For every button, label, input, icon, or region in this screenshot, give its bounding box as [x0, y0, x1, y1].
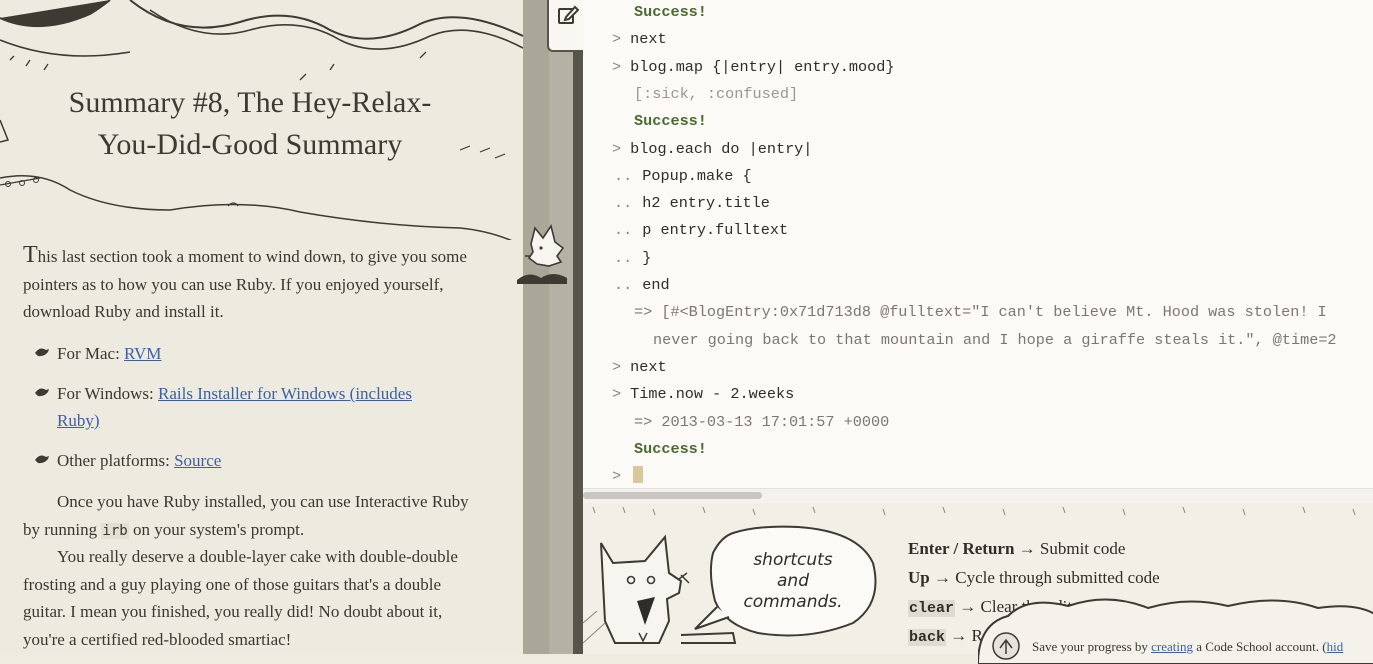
save-text-before: Save your progress by	[1032, 639, 1152, 654]
bubble-line-1: shortcuts	[753, 550, 833, 570]
source-link[interactable]: Source	[174, 451, 221, 470]
console-line: Success!	[634, 110, 707, 132]
paw-bullet-icon	[35, 348, 49, 357]
shortcut-desc: Submit code	[1039, 539, 1126, 558]
console-input-text: next	[630, 357, 667, 376]
arrow: →	[955, 597, 981, 616]
shortcut-enter: Enter / Return → Submit code	[908, 539, 1125, 559]
console-prompt: >	[612, 139, 622, 158]
console-line: > next	[612, 356, 667, 378]
console-line: > blog.each do |entry|	[612, 138, 812, 160]
console-input-text: h2 entry.title	[642, 194, 770, 213]
arrow: →	[946, 626, 972, 645]
panel-divider[interactable]	[517, 0, 583, 654]
console-result-text: never going back to that mountain and I …	[653, 330, 1337, 349]
console-line: ..}	[614, 247, 651, 269]
console-line: .. end	[614, 274, 670, 296]
shortcut-desc: Cycle through submitted code	[955, 568, 1160, 587]
console-output-text: [:sick, :confused]	[634, 84, 799, 103]
success-message: Success!	[634, 3, 707, 21]
console-prompt: ..	[614, 248, 633, 267]
save-progress-notice: Save your progress by creating a Code Sc…	[1032, 639, 1343, 655]
lesson-title: Summary #8, The Hey-Relax- You-Did-Good …	[30, 82, 470, 166]
console-result-text: => 2013-03-13 17:01:57 +0000	[634, 412, 890, 431]
console-line: >	[612, 465, 630, 487]
console-line: never going back to that mountain and I …	[653, 329, 1337, 351]
console-prompt: ..	[614, 221, 633, 240]
irb-code: irb	[101, 522, 129, 539]
save-text-after: a Code School account. (	[1193, 639, 1327, 654]
rvm-link[interactable]: RVM	[124, 344, 161, 363]
shortcut-key: Enter / Return	[908, 539, 1015, 558]
edit-tab[interactable]	[547, 0, 585, 52]
console-prompt: >	[612, 357, 622, 376]
console-line: [:sick, :confused]	[634, 83, 798, 105]
paw-bullet-icon	[35, 455, 49, 464]
paw-bullet-icon	[35, 388, 49, 397]
shortcut-key: Up	[908, 568, 930, 587]
title-line-2: You-Did-Good Summary	[97, 128, 403, 161]
divider-light-band	[549, 0, 573, 654]
console-input-text: blog.map {|entry| entry.mood}	[630, 57, 895, 76]
console-input-text: next	[630, 30, 667, 49]
console-line: > Time.now - 2.weeks	[612, 383, 794, 405]
console-line: Success!	[634, 1, 707, 23]
bubble-line-3: commands.	[743, 592, 843, 612]
console-line: => [#<BlogEntry:0x71d713d8 @fulltext="I …	[634, 301, 1327, 323]
title-line-1: Summary #8, The Hey-Relax-	[68, 86, 432, 119]
shortcut-up: Up → Cycle through submitted code	[908, 568, 1160, 588]
bullet-label: For Mac:	[57, 344, 125, 363]
console-prompt: >	[612, 30, 622, 49]
console-line: .. h2 entry.title	[614, 192, 770, 214]
console-input-text: Popup.make {	[642, 166, 752, 185]
bullet-label: Other platforms:	[57, 451, 175, 470]
shortcut-key: clear	[908, 600, 956, 617]
console-cursor[interactable]	[633, 466, 643, 483]
console-line: .. Popup.make {	[614, 165, 752, 187]
console-line: Success!	[634, 438, 707, 460]
create-account-link[interactable]: creating	[1151, 639, 1193, 654]
congrats-paragraph: You really deserve a double-layer cake w…	[23, 547, 458, 649]
console-result-text: => [#<BlogEntry:0x71d713d8 @fulltext="I …	[634, 303, 1327, 322]
irb-paragraph: Once you have Ruby installed, you can us…	[23, 488, 473, 545]
lesson-panel: Summary #8, The Hey-Relax- You-Did-Good …	[0, 0, 523, 654]
console-prompt: >	[612, 57, 622, 76]
success-message: Success!	[634, 112, 707, 131]
console-input-text: Time.now - 2.weeks	[630, 385, 795, 404]
shortcut-key: back	[908, 629, 947, 646]
fox-mascot-illustration	[517, 224, 567, 284]
hide-link[interactable]: hid	[1327, 639, 1344, 654]
console-prompt: ..	[614, 194, 633, 213]
console-input-text: p entry.fulltext	[642, 221, 789, 240]
console-line: .. p entry.fulltext	[614, 219, 788, 241]
console-prompt: ..	[614, 166, 633, 185]
drop-cap: T	[23, 242, 38, 268]
ruby-console[interactable]: Success! > next > blog.map {|entry| entry.mo…	[583, 0, 1373, 488]
console-line: > blog.map {|entry| entry.mood}	[612, 56, 894, 78]
intro-paragraph: This last section took a moment to wind …	[23, 242, 473, 326]
intro-text: his last section took a moment to wind d…	[23, 247, 467, 321]
console-input-text: }	[642, 248, 652, 267]
console-line: => 2013-03-13 17:01:57 +0000	[634, 411, 889, 433]
console-prompt: >	[612, 385, 622, 404]
console-prompt: >	[612, 467, 622, 486]
bubble-line-2: and	[777, 571, 809, 591]
shortcut-back: back → R	[908, 626, 983, 646]
edit-icon	[558, 5, 579, 24]
irb-text-after: on your system's prompt.	[128, 519, 305, 539]
console-prompt: ..	[614, 276, 633, 294]
console-scrollbar-thumb[interactable]	[583, 492, 762, 499]
success-message: Success!	[634, 439, 707, 458]
arrow: →	[1014, 539, 1040, 558]
arrow: →	[929, 568, 956, 587]
console-line: > next	[612, 28, 667, 50]
bullet-label: For Windows:	[57, 384, 159, 403]
console-input-text: blog.each do |entry|	[630, 139, 813, 158]
console-input-text: end	[642, 276, 670, 294]
divider-dark-band	[573, 0, 583, 654]
shortcuts-bubble-text: shortcuts and commands.	[723, 550, 863, 613]
